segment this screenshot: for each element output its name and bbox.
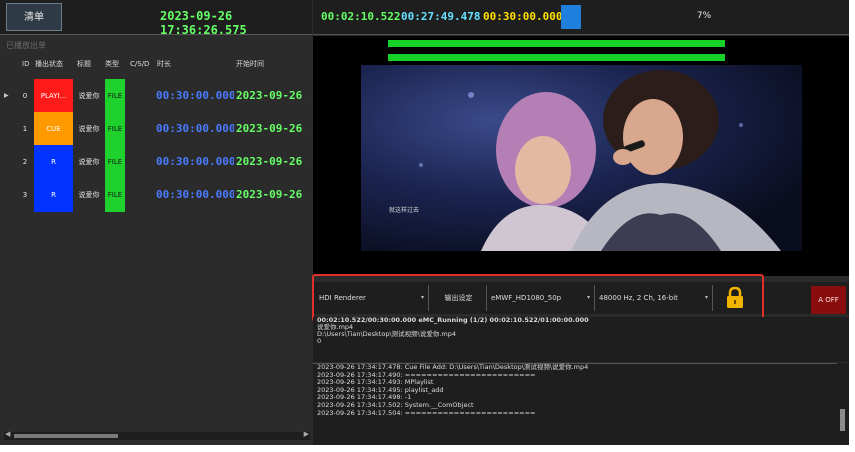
timer-bar: 00:02:10.522 00:27:49.478 00:30:00.000 7…: [313, 0, 849, 35]
cell-type: FILE: [105, 79, 125, 113]
list-button[interactable]: 清单: [6, 3, 62, 31]
a-off-button[interactable]: A OFF: [811, 286, 846, 314]
cell-type: FILE: [105, 112, 125, 146]
progress-label: 7%: [696, 11, 712, 21]
cell-start: 2023-09-26 19: [236, 188, 310, 201]
cell-start: 2023-09-26 18: [236, 155, 310, 168]
header-csd: C/S/D: [130, 60, 150, 68]
highlight-annotation-box: [312, 274, 764, 322]
video-preview-area: 就这样过去: [313, 36, 849, 276]
cell-csd: [127, 145, 155, 179]
log-horizontal-scrollbar[interactable]: [313, 441, 849, 445]
cell-status: PLAYI...: [34, 79, 73, 113]
log-panel[interactable]: 2023-09-26 17:34:17.478: Cue File Add: D…: [313, 363, 849, 442]
table-row[interactable]: 1 CUE 说爱你 FILE 00:30:00.000 2023-09-26 1…: [4, 112, 310, 146]
cell-csd: [127, 178, 155, 212]
cell-title: 说爱你: [78, 191, 100, 199]
cell-title: 说爱你: [78, 125, 100, 133]
current-row-marker: ▶: [4, 92, 9, 99]
cell-duration: 00:30:00.000: [156, 155, 234, 168]
app-window: 清单 2023-09-26 17:36:26.575 00:02:10.522 …: [0, 0, 855, 452]
video-subtitle: 就这样过去: [389, 207, 420, 214]
audio-meter-right: [388, 54, 725, 61]
elapsed-time: 00:02:10.522: [321, 10, 401, 23]
cell-id: 1: [22, 125, 28, 133]
scrollbar-thumb[interactable]: [840, 409, 845, 431]
header-start: 开始时间: [236, 60, 264, 68]
cell-start: 2023-09-26 18: [236, 122, 310, 135]
header-duration: 时长: [157, 60, 171, 68]
cell-type: FILE: [105, 145, 125, 179]
playlist-title: 已播放出单: [6, 41, 46, 50]
header-id: ID: [22, 60, 30, 68]
status-panel: 00:02:10.522/00:30:00.000 eMC_Running (1…: [313, 317, 849, 362]
scroll-right-arrow-icon[interactable]: ▶: [304, 430, 309, 438]
cell-id: 0: [22, 92, 28, 100]
audio-meter-left: [388, 40, 725, 47]
header-type: 类型: [105, 60, 119, 68]
cell-status: R: [34, 145, 73, 179]
concert-video-image: [361, 65, 802, 251]
log-line: 2023-09-26 17:34:17.504: ===============…: [317, 408, 536, 417]
status-line-path: D:\Users\Tian\Desktop\测试视频\说爱你.mp4: [317, 330, 456, 338]
system-clock: 2023-09-26 17:36:26.575: [160, 9, 247, 37]
cell-csd: [127, 79, 155, 113]
playlist-horizontal-scrollbar[interactable]: ◀ ▶: [4, 430, 310, 440]
table-row[interactable]: ▶ 0 PLAYI... 说爱你 FILE 00:30:00.000 2023-…: [4, 79, 310, 113]
cell-start: 2023-09-26 17: [236, 89, 310, 102]
table-row[interactable]: 2 R 说爱你 FILE 00:30:00.000 2023-09-26 18: [4, 145, 310, 179]
cell-duration: 00:30:00.000: [156, 188, 234, 201]
cell-csd: [127, 112, 155, 146]
scrollbar-thumb[interactable]: [14, 434, 118, 438]
video-frame: 就这样过去: [361, 65, 802, 251]
total-time: 00:30:00.000: [483, 10, 563, 23]
cell-title: 说爱你: [78, 158, 100, 166]
scroll-left-arrow-icon[interactable]: ◀: [5, 430, 10, 438]
header-status: 播出状态: [35, 60, 63, 68]
cell-status: CUE: [34, 112, 73, 146]
cell-status: R: [34, 178, 73, 212]
status-main-line: 00:02:10.522/00:30:00.000 eMC_Running (1…: [317, 316, 589, 324]
cell-duration: 00:30:00.000: [156, 89, 234, 102]
table-row[interactable]: 3 R 说爱你 FILE 00:30:00.000 2023-09-26 19: [4, 178, 310, 212]
remaining-time: 00:27:49.478: [401, 10, 481, 23]
log-vertical-scrollbar[interactable]: [837, 363, 849, 441]
cell-title: 说爱你: [78, 92, 100, 100]
header-title: 标题: [77, 60, 91, 68]
cell-id: 2: [22, 158, 28, 166]
cell-type: FILE: [105, 178, 125, 212]
status-line-code: 0: [317, 337, 322, 345]
cell-duration: 00:30:00.000: [156, 122, 234, 135]
left-toolbar: 清单 2023-09-26 17:36:26.575: [0, 0, 312, 37]
progress-bar: 7%: [561, 5, 847, 29]
cell-id: 3: [22, 191, 28, 199]
